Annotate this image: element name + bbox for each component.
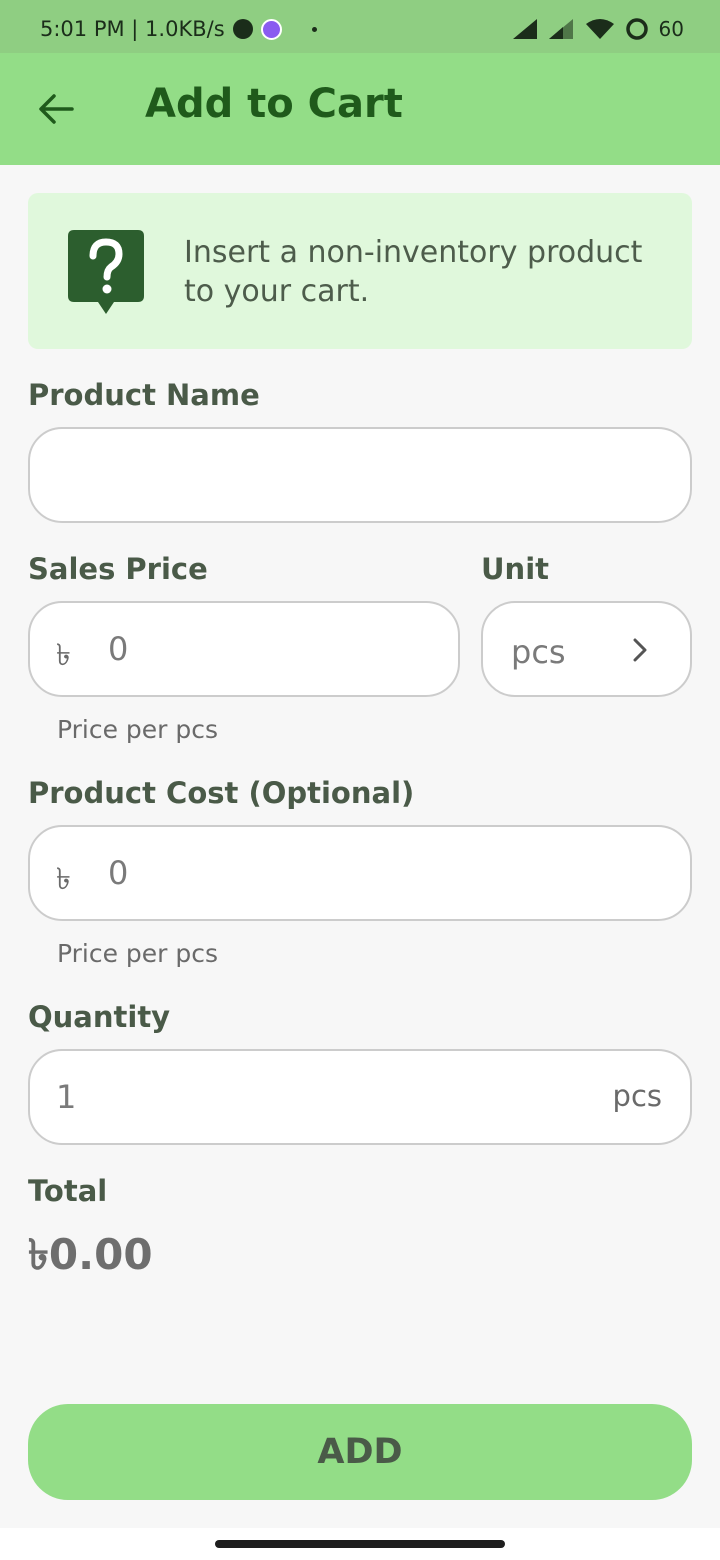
info-message: Insert a non-inventory product to your c… bbox=[184, 235, 643, 309]
notification-dot-icon bbox=[311, 26, 317, 32]
currency-prefix: ৳ bbox=[56, 638, 71, 673]
unit-value: pcs bbox=[511, 633, 566, 671]
chevron-right-icon bbox=[633, 638, 647, 662]
signal-icon-2 bbox=[548, 19, 573, 39]
add-button[interactable]: ADD bbox=[28, 1404, 692, 1500]
battery-level: 60 bbox=[658, 17, 684, 41]
messenger-icon bbox=[260, 18, 282, 40]
quantity-input[interactable]: 1 pcs bbox=[28, 1049, 692, 1145]
help-question-icon bbox=[68, 230, 144, 314]
app-bar: Add to Cart bbox=[0, 53, 720, 165]
quantity-unit: pcs bbox=[612, 1079, 662, 1113]
page-title: Add to Cart bbox=[145, 81, 403, 127]
info-banner: Insert a non-inventory product to your c… bbox=[28, 193, 692, 349]
product-cost-input[interactable]: ৳ 0 bbox=[28, 825, 692, 921]
system-nav-bar bbox=[0, 1528, 720, 1560]
currency-prefix: ৳ bbox=[56, 862, 71, 897]
wifi-icon bbox=[585, 19, 614, 39]
total-value: ৳0.00 bbox=[28, 1230, 153, 1279]
status-time-speed: 5:01 PM | 1.0KB/s bbox=[40, 17, 225, 41]
alarm-icon bbox=[232, 19, 253, 39]
status-left: 5:01 PM | 1.0KB/s bbox=[40, 17, 317, 41]
signal-icon bbox=[512, 19, 537, 39]
product-cost-helper: Price per pcs bbox=[57, 939, 219, 968]
quantity-value: 1 bbox=[56, 1078, 77, 1116]
product-cost-value: 0 bbox=[108, 854, 129, 892]
total-label: Total bbox=[28, 1174, 108, 1208]
battery-ring-icon bbox=[625, 18, 648, 40]
quantity-label: Quantity bbox=[28, 1000, 171, 1034]
sales-price-helper: Price per pcs bbox=[57, 715, 219, 744]
product-name-label: Product Name bbox=[28, 378, 260, 412]
sales-price-input[interactable]: ৳ 0 bbox=[28, 601, 460, 697]
status-right: 60 bbox=[512, 17, 684, 41]
unit-selector[interactable]: pcs bbox=[481, 601, 692, 697]
product-cost-label: Product Cost (Optional) bbox=[28, 776, 415, 810]
home-indicator[interactable] bbox=[215, 1540, 505, 1548]
product-name-input[interactable] bbox=[28, 427, 692, 523]
back-arrow-icon[interactable] bbox=[34, 87, 78, 131]
unit-label: Unit bbox=[481, 552, 549, 586]
sales-price-value: 0 bbox=[108, 630, 129, 668]
sales-price-label: Sales Price bbox=[28, 552, 208, 586]
status-bar: 5:01 PM | 1.0KB/s 60 bbox=[0, 0, 720, 53]
